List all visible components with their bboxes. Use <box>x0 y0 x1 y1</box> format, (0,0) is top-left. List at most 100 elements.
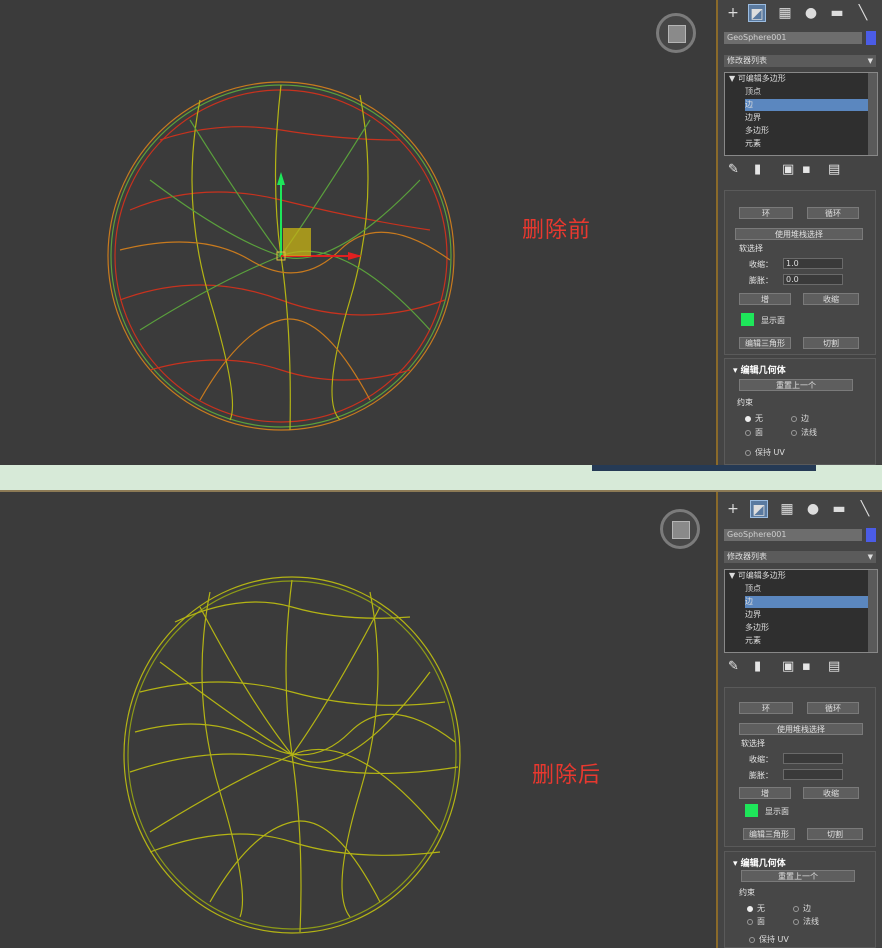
object-color-swatch[interactable] <box>866 528 876 542</box>
shade-face-label: 显示面 <box>765 807 789 816</box>
pinch-label: 收缩： <box>749 260 773 269</box>
show-end-result-icon[interactable]: ▮ <box>754 162 761 177</box>
modifier-stack[interactable]: ▼ 可编辑多边形 顶点 边 边界 多边形 元素 <box>724 569 878 653</box>
bubble-label: 膨胀： <box>749 276 773 285</box>
display-tab-icon[interactable]: ▬ <box>828 4 846 22</box>
constraint-none-radio[interactable]: 无 <box>745 413 763 424</box>
modify-tab-icon[interactable]: ◩ <box>750 500 768 518</box>
show-end-result-icon[interactable]: ▮ <box>754 659 761 674</box>
stack-root[interactable]: ▼ 可编辑多边形 <box>729 570 873 582</box>
viewcube-icon[interactable] <box>656 13 696 53</box>
constraint-edge-radio[interactable]: 边 <box>793 903 811 914</box>
before-label: 删除前 <box>522 218 592 243</box>
edit-triangles-button[interactable]: 编辑三角形 <box>739 337 791 349</box>
pinch-label: 收缩： <box>749 755 773 764</box>
grow-button[interactable]: 增 <box>739 787 791 799</box>
command-tabs: + ◩ ▦ ● ▬ ╲ <box>718 2 882 24</box>
ring-button[interactable]: 环 <box>739 702 793 714</box>
use-stack-selection-button[interactable]: 使用堆栈选择 <box>735 228 863 240</box>
pinch-spinner[interactable] <box>783 753 843 764</box>
viewport-canvas[interactable]: 删除后 <box>0 492 714 948</box>
constraint-normal-radio[interactable]: 法线 <box>793 916 819 927</box>
loop-button[interactable]: 循环 <box>807 207 859 219</box>
stack-item-vertex[interactable]: 顶点 <box>745 583 882 595</box>
motion-tab-icon[interactable]: ● <box>804 500 822 518</box>
edit-triangles-button[interactable]: 编辑三角形 <box>743 828 795 840</box>
object-color-swatch[interactable] <box>866 31 876 45</box>
viewport-canvas[interactable]: 删除前 <box>0 0 714 465</box>
grow-button[interactable]: 增 <box>739 293 791 305</box>
shade-face-swatch[interactable] <box>745 804 758 817</box>
constraint-normal-radio[interactable]: 法线 <box>791 427 817 438</box>
constraints-label: 约束 <box>739 888 755 897</box>
stack-item-border[interactable]: 边界 <box>745 609 882 621</box>
constraint-none-radio[interactable]: 无 <box>747 903 765 914</box>
stack-item-edge[interactable]: 边 <box>745 596 869 608</box>
stack-scrollbar[interactable] <box>868 570 877 652</box>
command-panel: + ◩ ▦ ● ▬ ╲ GeoSphere001 修改器列表 ▼ ▼ 可编辑多边形… <box>716 0 882 465</box>
viewport-after: 删除后 + ◩ ▦ ● ▬ ╲ GeoSphere001 修改器列表 ▼ ▼ 可编… <box>0 492 882 948</box>
shade-face-swatch[interactable] <box>741 313 754 326</box>
selection-rollout: 环 循环 使用堆栈选择 软选择 收缩： 1.0 膨胀： 0.0 增 收缩 显示面… <box>724 190 876 355</box>
stack-scrollbar[interactable] <box>868 73 877 155</box>
stack-item-element[interactable]: 元素 <box>745 635 882 647</box>
create-tab-icon[interactable]: + <box>724 4 742 22</box>
object-name-field[interactable]: GeoSphere001 <box>724 32 862 44</box>
utilities-tab-icon[interactable]: ╲ <box>856 500 874 518</box>
remove-modifier-icon[interactable]: ▪ <box>802 162 811 177</box>
stack-item-edge[interactable]: 边 <box>745 99 869 111</box>
stack-item-element[interactable]: 元素 <box>745 138 882 150</box>
repeat-last-button[interactable]: 重置上一个 <box>741 870 855 882</box>
stack-item-vertex[interactable]: 顶点 <box>745 86 882 98</box>
modifier-list-dropdown[interactable]: 修改器列表 ▼ <box>724 551 876 563</box>
stack-root[interactable]: ▼ 可编辑多边形 <box>729 73 873 85</box>
bubble-spinner[interactable] <box>783 769 843 780</box>
soft-selection-label: 软选择 <box>739 244 763 253</box>
bubble-spinner[interactable]: 0.0 <box>783 274 843 285</box>
edit-geometry-header[interactable]: ▾ 编辑几何体 <box>733 856 786 869</box>
cut-button[interactable]: 切割 <box>807 828 863 840</box>
constraint-face-radio[interactable]: 面 <box>745 427 763 438</box>
command-panel: + ◩ ▦ ● ▬ ╲ GeoSphere001 修改器列表 ▼ ▼ 可编辑多边形… <box>716 492 882 948</box>
sphere-wireframe-after <box>123 576 461 934</box>
loop-button[interactable]: 循环 <box>807 702 859 714</box>
ring-button[interactable]: 环 <box>739 207 793 219</box>
pin-stack-icon[interactable]: ✎ <box>728 659 739 674</box>
modifier-list-dropdown[interactable]: 修改器列表 ▼ <box>724 55 876 67</box>
modifier-stack[interactable]: ▼ 可编辑多边形 顶点 边 边界 多边形 元素 <box>724 72 878 156</box>
hierarchy-tab-icon[interactable]: ▦ <box>778 500 796 518</box>
viewport-before: 删除前 + ◩ ▦ ● ▬ ╲ GeoSphere001 修改器列表 ▼ ▼ 可编… <box>0 0 882 465</box>
constraint-face-radio[interactable]: 面 <box>747 916 765 927</box>
hierarchy-tab-icon[interactable]: ▦ <box>776 4 794 22</box>
use-stack-selection-button[interactable]: 使用堆栈选择 <box>739 723 863 735</box>
cut-button[interactable]: 切割 <box>803 337 859 349</box>
shrink-button[interactable]: 收缩 <box>803 787 859 799</box>
viewcube-icon[interactable] <box>660 509 700 549</box>
stack-item-polygon[interactable]: 多边形 <box>745 125 882 137</box>
preserve-uv-checkbox[interactable]: 保持 UV <box>749 934 789 945</box>
make-unique-icon[interactable]: ▣ <box>782 162 794 177</box>
make-unique-icon[interactable]: ▣ <box>782 659 794 674</box>
configure-sets-icon[interactable]: ▤ <box>828 659 840 674</box>
configure-sets-icon[interactable]: ▤ <box>828 162 840 177</box>
preserve-uv-checkbox[interactable]: 保持 UV <box>745 447 785 458</box>
display-tab-icon[interactable]: ▬ <box>830 500 848 518</box>
separator-bar <box>592 465 816 471</box>
stack-item-polygon[interactable]: 多边形 <box>745 622 882 634</box>
edit-geometry-header[interactable]: ▾ 编辑几何体 <box>733 363 786 376</box>
constraint-edge-radio[interactable]: 边 <box>791 413 809 424</box>
motion-tab-icon[interactable]: ● <box>802 4 820 22</box>
selection-rollout: 环 循环 使用堆栈选择 软选择 收缩： 膨胀： 增 收缩 显示面 编辑三角形 切… <box>724 687 876 847</box>
stack-item-border[interactable]: 边界 <box>745 112 882 124</box>
pinch-spinner[interactable]: 1.0 <box>783 258 843 269</box>
utilities-tab-icon[interactable]: ╲ <box>854 4 872 22</box>
edit-geometry-rollout: ▾ 编辑几何体 重置上一个 约束 无 边 面 法线 保持 UV <box>724 358 876 465</box>
modify-tab-icon[interactable]: ◩ <box>748 4 766 22</box>
shrink-button[interactable]: 收缩 <box>803 293 859 305</box>
repeat-last-button[interactable]: 重置上一个 <box>739 379 853 391</box>
remove-modifier-icon[interactable]: ▪ <box>802 659 811 674</box>
constraints-label: 约束 <box>737 398 753 407</box>
pin-stack-icon[interactable]: ✎ <box>728 162 739 177</box>
object-name-field[interactable]: GeoSphere001 <box>724 529 862 541</box>
create-tab-icon[interactable]: + <box>724 500 742 518</box>
